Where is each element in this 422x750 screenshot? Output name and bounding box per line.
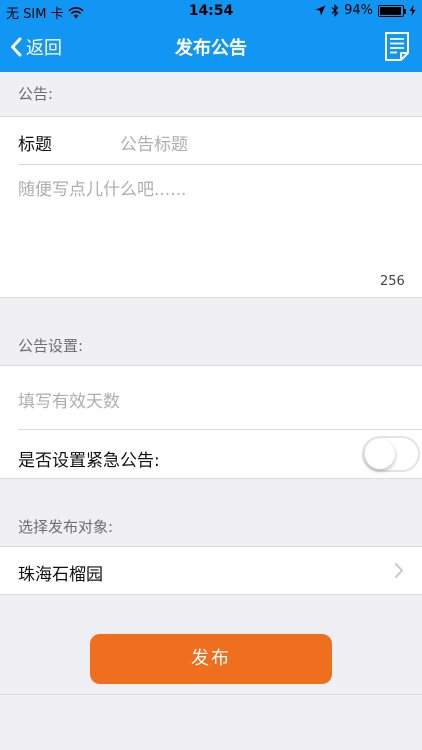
divider <box>0 694 422 695</box>
divider <box>0 594 422 595</box>
status-bar: 无 SIM 卡 14:54 94% <box>0 0 422 22</box>
divider <box>0 365 422 366</box>
title-input[interactable]: 公告标题 <box>120 130 410 155</box>
page-title: 发布公告 <box>175 38 247 59</box>
title-label: 标题 <box>18 135 52 155</box>
target-value: 珠海石榴园 <box>18 565 103 585</box>
chevron-right-icon <box>395 563 403 578</box>
divider <box>18 429 422 430</box>
battery-percent: 94% <box>344 3 373 18</box>
divider <box>18 164 422 165</box>
target-section-header: 选择发布对象: <box>18 518 114 536</box>
battery-fill <box>380 6 401 15</box>
divider <box>0 116 422 117</box>
publish-button[interactable]: 发布 <box>90 634 332 684</box>
divider <box>0 478 422 479</box>
status-right: 94% <box>315 3 416 18</box>
toggle-knob <box>365 439 395 469</box>
divider <box>0 297 422 298</box>
charging-icon <box>409 5 416 16</box>
urgent-toggle[interactable] <box>362 436 420 472</box>
body-textarea[interactable]: 随便写点儿什么吧...... <box>18 175 410 267</box>
navigation-bar: 返回 发布公告 <box>0 22 422 72</box>
battery-icon <box>378 4 406 17</box>
urgent-label: 是否设置紧急公告: <box>18 451 160 471</box>
announcement-section-header: 公告: <box>18 85 54 103</box>
bluetooth-icon <box>331 4 339 17</box>
location-icon <box>315 5 326 16</box>
document-icon <box>385 32 409 61</box>
settings-section-header: 公告设置: <box>18 337 84 355</box>
divider <box>0 546 422 547</box>
records-button[interactable] <box>384 31 410 66</box>
char-limit-counter: 256 <box>380 274 405 289</box>
valid-days-input[interactable]: 填写有效天数 <box>18 387 410 412</box>
